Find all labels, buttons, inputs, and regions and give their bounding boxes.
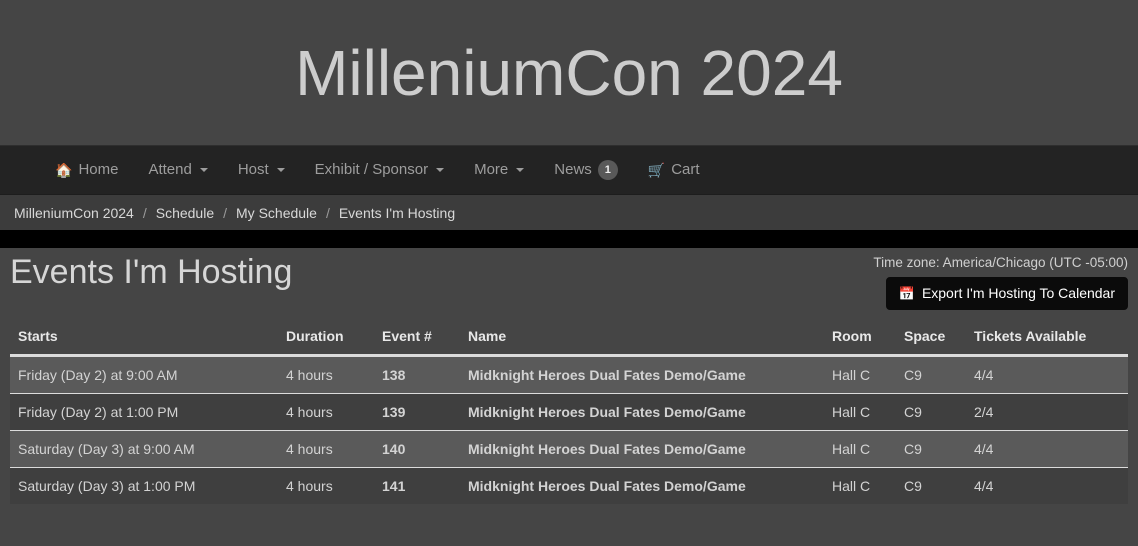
cell-duration: 4 hours	[278, 355, 374, 394]
calendar-icon: 📅	[898, 285, 915, 301]
column-header-tickets-available[interactable]: Tickets Available	[966, 320, 1128, 357]
cell-duration: 4 hours	[278, 430, 374, 468]
site-title: MilleniumCon 2024	[295, 36, 843, 109]
cell-starts: Saturday (Day 3) at 1:00 PM	[10, 467, 278, 504]
nav-item-label: Attend	[148, 161, 192, 178]
nav-item-label: Exhibit / Sponsor	[314, 161, 429, 178]
nav-item-exhibit-sponsor[interactable]: Exhibit / Sponsor	[300, 145, 459, 195]
cell-tickets-available: 4/4	[966, 355, 1128, 394]
cell-room: Hall C	[824, 355, 896, 394]
breadcrumb-separator: /	[325, 204, 330, 221]
chevron-down-icon	[516, 168, 525, 172]
cell-starts: Friday (Day 2) at 1:00 PM	[10, 393, 278, 431]
cell-event-number: 138	[374, 355, 460, 394]
cell-name[interactable]: Midknight Heroes Dual Fates Demo/Game	[460, 393, 824, 431]
nav-item-label: Host	[237, 161, 269, 178]
export-button-label: Export I'm Hosting To Calendar	[921, 285, 1115, 301]
chevron-down-icon	[276, 168, 285, 172]
breadcrumb-separator: /	[223, 204, 228, 221]
nav-item-attend[interactable]: Attend	[133, 145, 222, 195]
cell-room: Hall C	[824, 393, 896, 431]
cell-name[interactable]: Midknight Heroes Dual Fates Demo/Game	[460, 467, 824, 504]
cell-event-number: 139	[374, 393, 460, 431]
cell-event-number: 140	[374, 430, 460, 468]
column-header-duration[interactable]: Duration	[278, 320, 374, 357]
cell-room: Hall C	[824, 430, 896, 468]
nav-item-label: More	[474, 161, 509, 178]
cart-icon: 🛒	[647, 162, 666, 178]
table-row[interactable]: Saturday (Day 3) at 9:00 AM 4 hours 140 …	[10, 430, 1128, 468]
news-count-badge: 1	[597, 160, 618, 180]
page-title: Events I'm Hosting	[10, 253, 293, 291]
nav-item-label: Home	[78, 161, 119, 178]
breadcrumb-separator: /	[142, 204, 147, 221]
chevron-down-icon	[199, 168, 208, 172]
cell-space: C9	[896, 430, 966, 468]
breadcrumb-item-current: Events I'm Hosting	[338, 204, 456, 221]
table-row[interactable]: Saturday (Day 3) at 1:00 PM 4 hours 141 …	[10, 467, 1128, 504]
export-to-calendar-button[interactable]: 📅 Export I'm Hosting To Calendar	[885, 277, 1128, 310]
cell-name[interactable]: Midknight Heroes Dual Fates Demo/Game	[460, 430, 824, 468]
chevron-down-icon	[436, 168, 445, 172]
breadcrumb-item-my-schedule[interactable]: My Schedule	[236, 205, 317, 221]
nav-item-home[interactable]: 🏠 Home	[40, 145, 133, 195]
cell-space: C9	[896, 355, 966, 394]
cell-room: Hall C	[824, 467, 896, 504]
cell-starts: Friday (Day 2) at 9:00 AM	[10, 355, 278, 394]
column-header-name[interactable]: Name	[460, 320, 824, 357]
cell-duration: 4 hours	[278, 393, 374, 431]
hosting-events-table: Starts Duration Event # Name Room Space …	[10, 320, 1128, 504]
timezone-label: Time zone: America/Chicago (UTC -05:00)	[873, 255, 1128, 270]
nav-item-label: Cart	[671, 161, 700, 178]
main-navbar: 🏠 Home Attend Host Exhibit / Sponsor Mor…	[0, 145, 1138, 195]
breadcrumb-item-convention[interactable]: MilleniumCon 2024	[14, 205, 134, 221]
cell-tickets-available: 4/4	[966, 430, 1128, 468]
main-content: Events I'm Hosting Time zone: America/Ch…	[0, 248, 1138, 504]
home-icon: 🏠	[55, 162, 73, 178]
column-header-room[interactable]: Room	[824, 320, 896, 357]
site-banner: MilleniumCon 2024	[0, 0, 1138, 145]
section-divider	[0, 230, 1138, 248]
cell-tickets-available: 4/4	[966, 467, 1128, 504]
nav-item-cart[interactable]: 🛒 Cart	[633, 145, 715, 195]
nav-item-host[interactable]: Host	[223, 145, 300, 195]
cell-duration: 4 hours	[278, 467, 374, 504]
nav-item-news[interactable]: News 1	[539, 145, 633, 195]
cell-space: C9	[896, 393, 966, 431]
cell-starts: Saturday (Day 3) at 9:00 AM	[10, 430, 278, 468]
table-header-row: Starts Duration Event # Name Room Space …	[10, 320, 1128, 357]
cell-space: C9	[896, 467, 966, 504]
table-row[interactable]: Friday (Day 2) at 9:00 AM 4 hours 138 Mi…	[10, 355, 1128, 394]
column-header-starts[interactable]: Starts	[10, 320, 278, 357]
nav-item-more[interactable]: More	[459, 145, 539, 195]
cell-event-number: 141	[374, 467, 460, 504]
breadcrumb: MilleniumCon 2024 / Schedule / My Schedu…	[0, 195, 1138, 230]
cell-name[interactable]: Midknight Heroes Dual Fates Demo/Game	[460, 355, 824, 394]
table-row[interactable]: Friday (Day 2) at 1:00 PM 4 hours 139 Mi…	[10, 393, 1128, 431]
cell-tickets-available: 2/4	[966, 393, 1128, 431]
column-header-space[interactable]: Space	[896, 320, 966, 357]
nav-item-label: News	[554, 161, 592, 178]
breadcrumb-item-schedule[interactable]: Schedule	[156, 205, 214, 221]
content-header: Events I'm Hosting Time zone: America/Ch…	[10, 248, 1128, 318]
column-header-event-number[interactable]: Event #	[374, 320, 460, 357]
